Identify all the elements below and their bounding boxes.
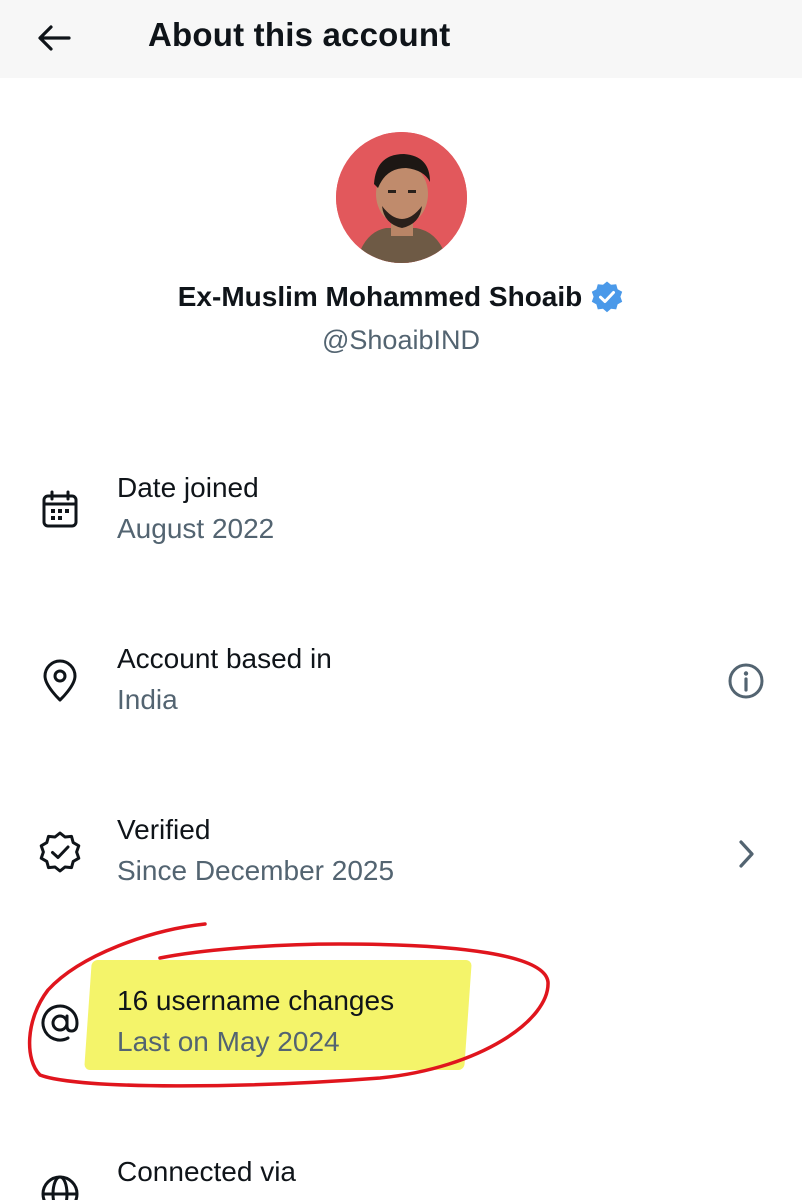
- chevron-right-icon: [724, 832, 768, 876]
- globe-icon: [36, 1170, 84, 1200]
- row-title: Date joined: [117, 472, 259, 503]
- page-title: About this account: [148, 16, 451, 53]
- location-pin-icon: [36, 657, 84, 705]
- profile-handle: @ShoaibIND: [322, 325, 480, 355]
- header-bar: About this account: [0, 0, 802, 78]
- row-verified[interactable]: Verified Since December 2025: [0, 812, 802, 922]
- row-username-changes: 16 username changes Last on May 2024: [0, 983, 802, 1093]
- verified-badge-icon: [592, 281, 623, 313]
- row-title: Connected via: [117, 1156, 297, 1187]
- verified-check-icon: [36, 828, 84, 876]
- row-subtitle: India: [117, 684, 178, 715]
- info-button[interactable]: [724, 659, 768, 703]
- row-title: 16 username changes: [117, 985, 395, 1016]
- row-title: Account based in: [117, 643, 332, 674]
- row-subtitle: Since December 2025: [117, 855, 395, 886]
- arrow-left-icon: [38, 25, 71, 51]
- row-subtitle: Last on May 2024: [117, 1026, 340, 1057]
- row-subtitle: August 2022: [117, 513, 275, 544]
- info-icon: [728, 663, 764, 699]
- back-button[interactable]: [30, 18, 78, 58]
- row-title: Verified: [117, 814, 211, 845]
- calendar-icon: [36, 486, 84, 534]
- row-date-joined: Date joined August 2022: [0, 470, 802, 580]
- row-connected-via: Connected via: [0, 1154, 802, 1200]
- at-sign-icon: [36, 999, 84, 1047]
- profile-name-row: Ex-Muslim Mohammed Shoaib: [0, 280, 802, 314]
- display-name: Ex-Muslim Mohammed Shoaib: [177, 281, 583, 312]
- avatar[interactable]: [336, 132, 467, 263]
- row-account-based-in: Account based in India: [0, 641, 802, 751]
- avatar-photo: [336, 132, 467, 263]
